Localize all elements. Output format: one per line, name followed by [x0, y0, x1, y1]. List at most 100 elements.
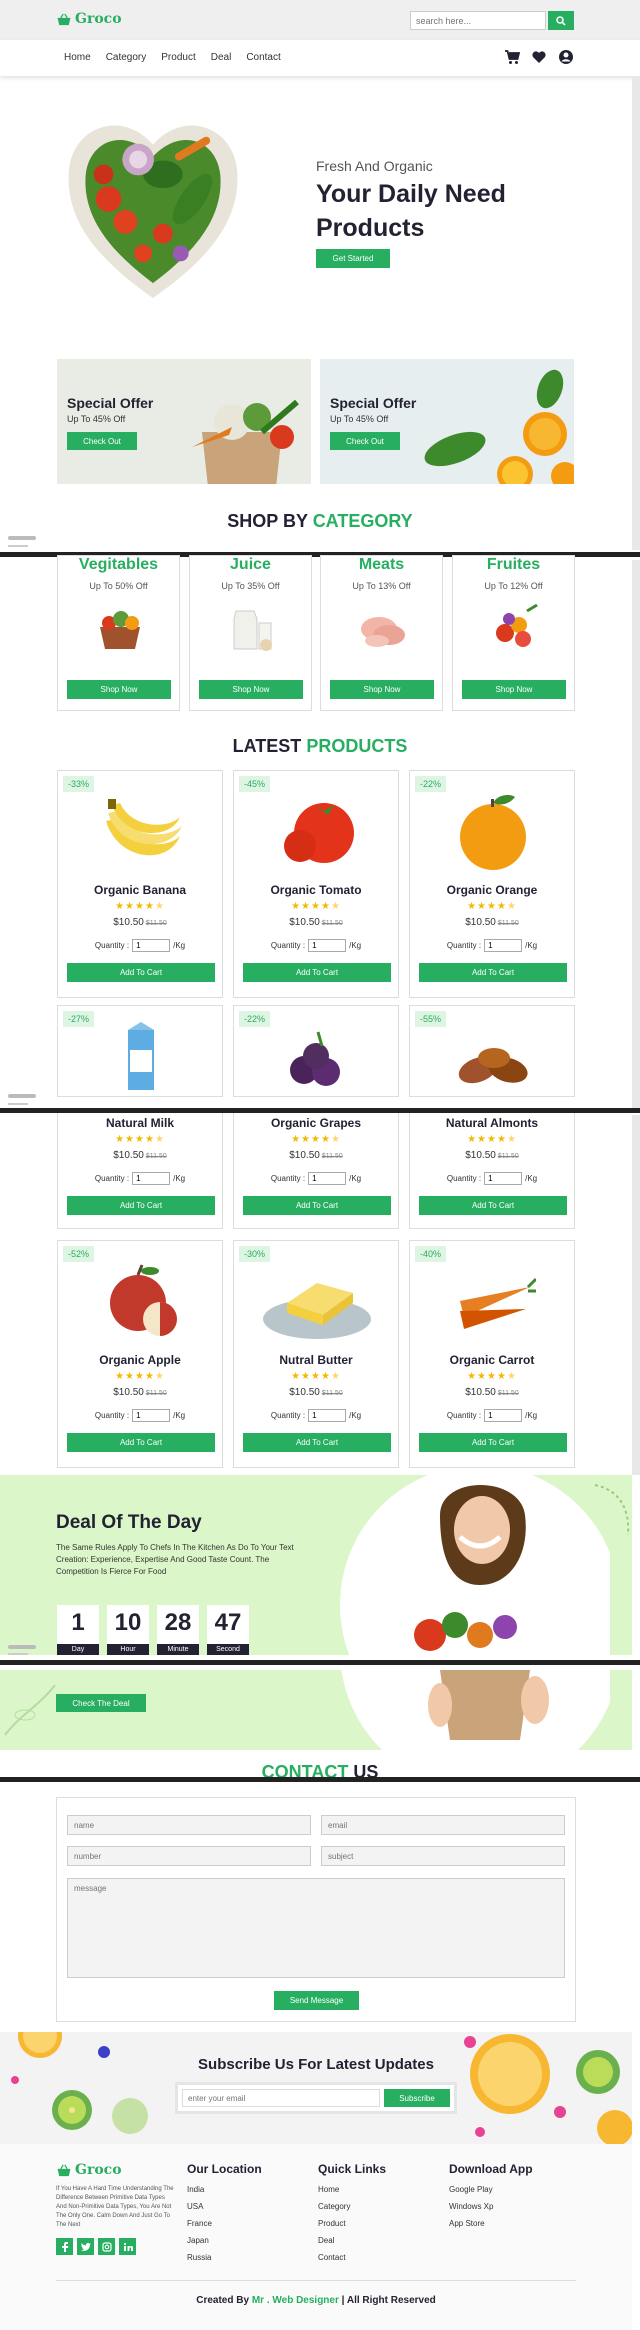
milk-jug-image: [233, 610, 272, 651]
send-message-button[interactable]: Send Message: [274, 1991, 359, 2010]
shop-now-button[interactable]: Shop Now: [199, 680, 303, 699]
rating-stars: ★★★★★: [467, 1371, 517, 1382]
product-name: Nutral Butter: [279, 1353, 353, 1367]
footer-link[interactable]: Product: [318, 2219, 386, 2228]
twitter-icon[interactable]: [77, 2238, 94, 2255]
scrollbar[interactable]: [632, 1115, 640, 1475]
instagram-icon[interactable]: [98, 2238, 115, 2255]
subject-field[interactable]: [321, 1846, 565, 1866]
footer-link[interactable]: Category: [318, 2202, 386, 2211]
quantity-input[interactable]: [308, 1409, 347, 1422]
cart-icon[interactable]: [504, 49, 520, 65]
facebook-icon[interactable]: [56, 2238, 73, 2255]
number-field[interactable]: [67, 1846, 311, 1866]
footer-logo[interactable]: Groco: [56, 2162, 122, 2178]
nav-deal[interactable]: Deal: [211, 52, 232, 63]
app-link[interactable]: App Store: [449, 2219, 533, 2228]
heart-icon[interactable]: [531, 49, 547, 65]
quantity-input[interactable]: [484, 1172, 523, 1185]
scroll-indicator: [8, 1094, 36, 1098]
discount-badge: -27%: [63, 1011, 95, 1027]
quantity-input[interactable]: [132, 1409, 171, 1422]
quantity-row: Quantity : /Kg: [234, 1172, 398, 1185]
add-to-cart-button[interactable]: Add To Cart: [67, 963, 215, 982]
scrollbar[interactable]: [632, 560, 640, 1110]
subscribe-email-input[interactable]: [182, 2089, 380, 2107]
old-price: $11.50: [321, 1390, 343, 1397]
product-name: Organic Orange: [446, 883, 538, 897]
credit-author[interactable]: Mr . Web Designer: [252, 2295, 339, 2306]
footer-link[interactable]: Contact: [318, 2253, 386, 2262]
oranges-image: [424, 369, 574, 484]
apple-image: [110, 1264, 177, 1336]
footer-link[interactable]: Deal: [318, 2236, 386, 2245]
scrollbar[interactable]: [632, 76, 640, 550]
add-to-cart-button[interactable]: Add To Cart: [67, 1433, 215, 1452]
add-to-cart-button[interactable]: Add To Cart: [419, 963, 567, 982]
nav-contact[interactable]: Contact: [246, 52, 280, 63]
old-price: $11.50: [497, 920, 519, 927]
add-to-cart-button[interactable]: Add To Cart: [243, 1433, 391, 1452]
nav-category[interactable]: Category: [106, 52, 147, 63]
brand-logo[interactable]: Groco: [56, 11, 122, 27]
woman-with-vegetables-illustration: [340, 1475, 610, 1655]
product-card-grapes: Organic Grapes ★★★★★ $10.50 $11.50 Quanti…: [233, 1113, 399, 1229]
check-out-button[interactable]: Check Out: [330, 432, 400, 450]
fruits-image: [496, 603, 538, 647]
app-link[interactable]: Windows Xp: [449, 2202, 533, 2211]
social-links: [56, 2238, 136, 2255]
quantity-input[interactable]: [484, 939, 523, 952]
offer-title: Special Offer: [67, 395, 154, 411]
quantity-input[interactable]: [308, 939, 347, 952]
current-price: $10.50: [465, 1150, 496, 1161]
old-price: $11.50: [497, 1153, 519, 1160]
title-accent: PRODUCTS: [306, 736, 408, 756]
unit-label: /Kg: [525, 1411, 538, 1420]
search-button[interactable]: [548, 11, 574, 30]
add-to-cart-button[interactable]: Add To Cart: [67, 1196, 215, 1215]
category-card-fruites: Fruites Up To 12% Off Shop Now: [452, 555, 575, 711]
add-to-cart-button[interactable]: Add To Cart: [419, 1433, 567, 1452]
quantity-input[interactable]: [132, 939, 171, 952]
credit-rights: | All Right Reserved: [341, 2295, 436, 2306]
countdown-minutes: 28 Minute: [157, 1605, 199, 1655]
name-field[interactable]: [67, 1815, 311, 1835]
shop-now-button[interactable]: Shop Now: [462, 680, 566, 699]
shop-now-button[interactable]: Shop Now: [67, 680, 171, 699]
quantity-label: Quantity :: [270, 1174, 306, 1183]
unit-label: /Kg: [173, 1411, 186, 1420]
quantity-row: Quantity : /Kg: [410, 939, 574, 952]
product-card-tomato: -45% Organic Tomato ★★★★★ $10.50 $11.50 Q…: [233, 770, 399, 998]
current-price: $10.50: [289, 1387, 320, 1398]
email-field[interactable]: [321, 1815, 565, 1835]
user-icon[interactable]: [558, 49, 574, 65]
message-field[interactable]: [67, 1878, 565, 1978]
location-item[interactable]: USA: [187, 2202, 262, 2211]
subscribe-button[interactable]: Subscribe: [384, 2089, 450, 2107]
check-the-deal-button[interactable]: Check The Deal: [56, 1694, 146, 1712]
add-to-cart-button[interactable]: Add To Cart: [419, 1196, 567, 1215]
location-item[interactable]: Russia: [187, 2253, 262, 2262]
location-item[interactable]: India: [187, 2185, 262, 2194]
get-started-button[interactable]: Get Started: [316, 249, 390, 268]
discount-badge: -22%: [239, 1011, 271, 1027]
quantity-input[interactable]: [132, 1172, 171, 1185]
footer-link[interactable]: Home: [318, 2185, 386, 2194]
countdown-hours: 10 Hour: [107, 1605, 149, 1655]
app-link[interactable]: Google Play: [449, 2185, 533, 2194]
location-item[interactable]: France: [187, 2219, 262, 2228]
add-to-cart-button[interactable]: Add To Cart: [243, 963, 391, 982]
quantity-label: Quantity :: [446, 941, 482, 950]
location-item[interactable]: Japan: [187, 2236, 262, 2245]
linkedin-icon[interactable]: [119, 2238, 136, 2255]
search-input[interactable]: [410, 11, 546, 30]
nav-product[interactable]: Product: [161, 52, 195, 63]
offer-text: Up To 45% Off: [330, 414, 389, 424]
quantity-input[interactable]: [484, 1409, 523, 1422]
quantity-input[interactable]: [308, 1172, 347, 1185]
check-out-button[interactable]: Check Out: [67, 432, 137, 450]
add-to-cart-button[interactable]: Add To Cart: [243, 1196, 391, 1215]
milk-carton-image: [128, 1022, 154, 1090]
shop-now-button[interactable]: Shop Now: [330, 680, 434, 699]
nav-home[interactable]: Home: [64, 52, 91, 63]
